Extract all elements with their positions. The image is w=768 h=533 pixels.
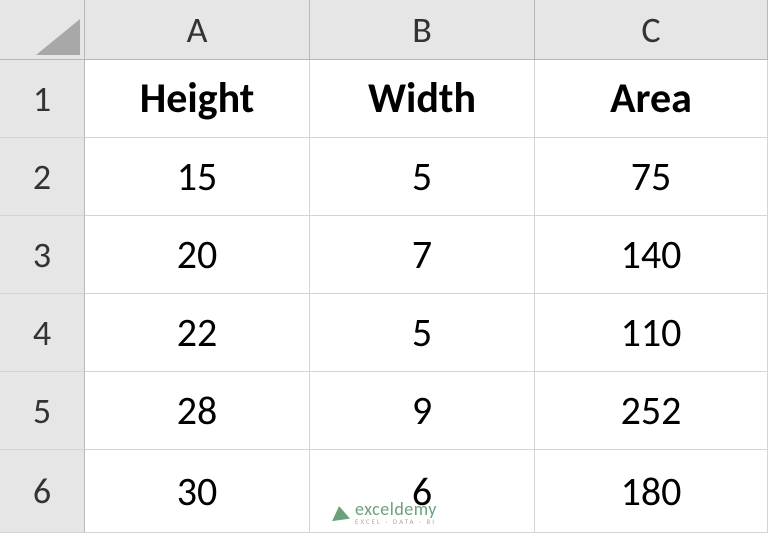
cell-b2[interactable]: 5 [310, 138, 535, 216]
cell-b5[interactable]: 9 [310, 372, 535, 450]
column-header-b[interactable]: B [310, 0, 535, 60]
cell-c4[interactable]: 110 [535, 294, 768, 372]
cell-a4[interactable]: 22 [85, 294, 310, 372]
row-header-6[interactable]: 6 [0, 450, 85, 533]
cell-a5[interactable]: 28 [85, 372, 310, 450]
cell-c2[interactable]: 75 [535, 138, 768, 216]
select-all-corner[interactable] [0, 0, 85, 60]
cell-a1[interactable]: Height [85, 60, 310, 138]
cell-c5[interactable]: 252 [535, 372, 768, 450]
cell-a2[interactable]: 15 [85, 138, 310, 216]
row-header-4[interactable]: 4 [0, 294, 85, 372]
cell-c1[interactable]: Area [535, 60, 768, 138]
cell-a3[interactable]: 20 [85, 216, 310, 294]
cell-c3[interactable]: 140 [535, 216, 768, 294]
spreadsheet-grid: A B C 1 Height Width Area 2 15 5 75 3 20… [0, 0, 768, 533]
cell-b4[interactable]: 5 [310, 294, 535, 372]
cell-b6[interactable]: 6 [310, 450, 535, 533]
cell-c6[interactable]: 180 [535, 450, 768, 533]
cell-a6[interactable]: 30 [85, 450, 310, 533]
row-header-3[interactable]: 3 [0, 216, 85, 294]
row-header-5[interactable]: 5 [0, 372, 85, 450]
cell-b3[interactable]: 7 [310, 216, 535, 294]
cell-b1[interactable]: Width [310, 60, 535, 138]
column-header-c[interactable]: C [535, 0, 768, 60]
row-header-2[interactable]: 2 [0, 138, 85, 216]
column-header-a[interactable]: A [85, 0, 310, 60]
row-header-1[interactable]: 1 [0, 60, 85, 138]
